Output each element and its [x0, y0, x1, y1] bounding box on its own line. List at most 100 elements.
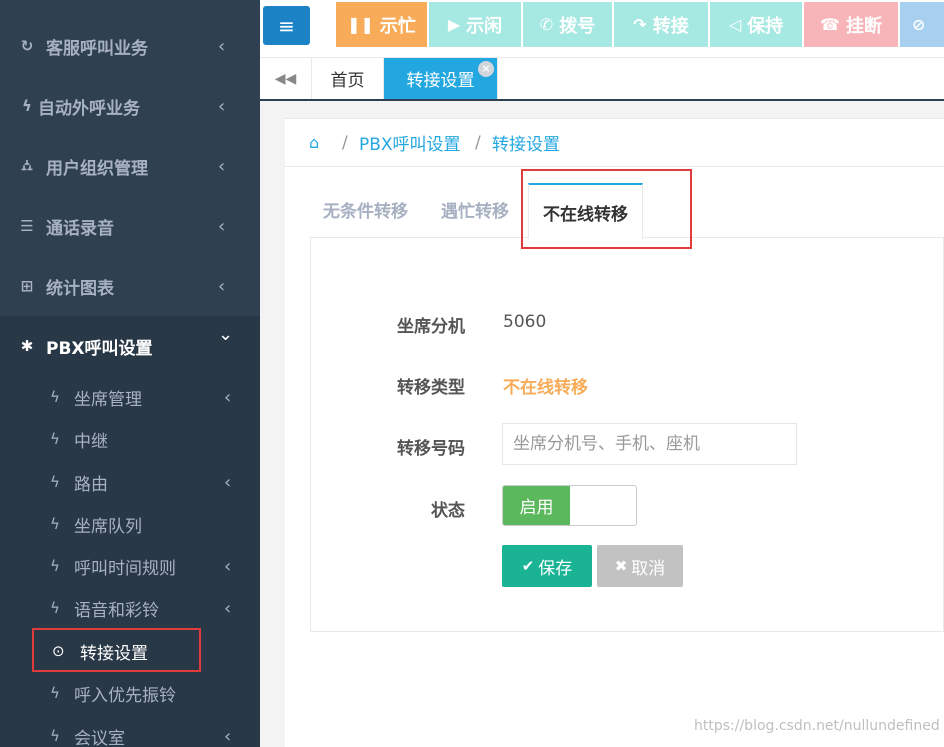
submenu-item-inbound-priority-ring[interactable]: ϟ 呼入优先振铃 — [0, 672, 260, 714]
volume-off-icon: ◁ — [728, 15, 742, 34]
transfer-number-input[interactable] — [502, 423, 797, 465]
menu-toggle-button[interactable]: ≡ — [263, 6, 310, 45]
submenu-item-agent-queue[interactable]: ϟ 坐席队列 — [0, 503, 260, 545]
tab-label: 无条件转移 — [323, 201, 408, 222]
tab-unconditional-forward[interactable]: 无条件转移 — [323, 180, 408, 238]
tab-label: 转接设置 — [406, 71, 475, 91]
menu-item-label: 自动外呼业务 — [38, 98, 140, 119]
list-icon: ☰ — [20, 217, 34, 235]
tab-home[interactable]: 首页 — [312, 58, 384, 99]
menu-item-call-recording[interactable]: ☰ 通话录音 ‹ — [0, 196, 260, 256]
chevron-left-icon: ‹ — [224, 386, 232, 408]
hamburger-icon: ≡ — [278, 13, 295, 38]
sitemap-icon: ⛼ — [21, 156, 33, 174]
busy-button-label: 示忙 — [379, 15, 416, 37]
tab-scroll-left-button[interactable]: ◀◀ — [260, 58, 312, 99]
chevron-left-icon: ‹ — [218, 35, 226, 57]
transfer-button-label: 转接 — [652, 15, 689, 37]
status-toggle-on: 启用 — [503, 486, 570, 525]
chevron-left-icon: ‹ — [218, 275, 226, 297]
submenu-item-agent-management[interactable]: ϟ 坐席管理 ‹ — [0, 376, 260, 418]
status-toggle-label: 启用 — [519, 498, 554, 518]
hold-button[interactable]: ◁ 保持 — [710, 2, 802, 47]
breadcrumb-pbx-settings[interactable]: PBX呼叫设置 — [359, 130, 461, 155]
save-button[interactable]: ✔ 保存 — [502, 545, 592, 587]
menu-item-label: 统计图表 — [46, 278, 114, 299]
phone-icon: ✆ — [539, 15, 554, 34]
refresh-icon: ↻ — [20, 37, 34, 55]
breadcrumb-separator: / — [475, 132, 481, 153]
menu-item-pbx-settings[interactable]: ✱ PBX呼叫设置 ⌄ — [0, 316, 260, 376]
menu-item-customer-service-call[interactable]: ↻ 客服呼叫业务 ‹ — [0, 16, 260, 76]
asterisk-icon: ✱ — [20, 337, 34, 355]
chevron-down-icon: ⌄ — [218, 324, 234, 345]
pbx-submenu: ϟ 坐席管理 ‹ ϟ 中继 ϟ 路由 ‹ ϟ 坐席队列 ϟ 呼叫时间规则 ‹ ϟ… — [0, 376, 260, 747]
chevron-left-icon: ‹ — [224, 555, 232, 577]
idle-button[interactable]: ▶ 示闲 — [429, 2, 521, 47]
bolt-icon: ϟ — [50, 599, 60, 617]
submenu-item-label: 呼叫时间规则 — [74, 558, 176, 579]
menu-item-label: 客服呼叫业务 — [46, 38, 148, 59]
menu-item-user-org[interactable]: ⛼ 用户组织管理 ‹ — [0, 136, 260, 196]
dial-button[interactable]: ✆ 拨号 — [523, 2, 612, 47]
submenu-item-label: 中继 — [74, 431, 108, 452]
phone-hangup-icon: ☎ — [820, 15, 840, 34]
submenu-item-trunk[interactable]: ϟ 中继 — [0, 418, 260, 460]
submenu-item-label: 呼入优先振铃 — [74, 685, 176, 706]
watermark: https://blog.csdn.net/nullundefined — [694, 718, 940, 734]
close-icon[interactable]: × — [478, 61, 494, 77]
breadcrumb-separator: / — [342, 132, 348, 153]
bolt-icon: ϟ — [50, 430, 60, 448]
pause-icon: ❚❚ — [347, 15, 374, 34]
transfer-number-label: 转移号码 — [397, 439, 465, 459]
busy-button[interactable]: ❚❚ 示忙 — [336, 2, 427, 47]
breadcrumb-transfer-settings[interactable]: 转接设置 — [492, 130, 560, 155]
share-icon: ↷ — [633, 15, 647, 34]
transfer-button[interactable]: ↷ 转接 — [614, 2, 708, 47]
double-chevron-left-icon: ◀◀ — [274, 70, 297, 87]
chevron-left-icon: ‹ — [218, 95, 226, 117]
bolt-icon: ϟ — [50, 515, 60, 533]
submenu-item-meeting-room[interactable]: ϟ 会议室 ‹ — [0, 715, 260, 747]
bolt-icon: ϟ — [50, 557, 60, 575]
menu-item-label: 用户组织管理 — [46, 158, 148, 179]
chevron-left-icon: ‹ — [218, 155, 226, 177]
play-icon: ▶ — [447, 15, 461, 34]
submenu-item-voice-ringtone[interactable]: ϟ 语音和彩铃 ‹ — [0, 587, 260, 629]
status-label: 状态 — [431, 501, 465, 521]
submenu-item-route[interactable]: ϟ 路由 ‹ — [0, 461, 260, 503]
chevron-left-icon: ‹ — [218, 215, 226, 237]
breadcrumb: ⌂ / PBX呼叫设置 / 转接设置 — [285, 119, 944, 167]
status-toggle[interactable]: 启用 — [502, 485, 637, 526]
hangup-button[interactable]: ☎ 挂断 — [804, 2, 898, 47]
bolt-icon: ϟ — [22, 97, 32, 115]
tab-busy-forward[interactable]: 遇忙转移 — [441, 180, 509, 238]
submenu-item-call-time-rules[interactable]: ϟ 呼叫时间规则 ‹ — [0, 545, 260, 587]
menu-item-statistics[interactable]: ⊞ 统计图表 ‹ — [0, 256, 260, 316]
agent-extension-value: 5060 — [503, 312, 547, 332]
chevron-left-icon: ‹ — [224, 597, 232, 619]
menu-item-label: 通话录音 — [46, 218, 114, 239]
page-tab-bar: ◀◀ 首页 转接设置 × — [260, 58, 944, 101]
submenu-item-label: 坐席管理 — [74, 389, 142, 410]
submenu-item-label: 路由 — [74, 474, 108, 495]
submenu-item-label: 语音和彩铃 — [74, 600, 159, 621]
bolt-icon: ϟ — [50, 388, 60, 406]
cancel-button[interactable]: ✖ 取消 — [597, 545, 683, 587]
check-icon: ✔ — [521, 557, 535, 575]
ban-button[interactable]: ⊘ — [900, 2, 944, 47]
home-icon[interactable]: ⌂ — [309, 133, 319, 152]
top-toolbar: ≡ ❚❚ 示忙 ▶ 示闲 ✆ 拨号 ↷ 转接 ◁ 保持 ☎ 挂断 ⊘ — [260, 0, 944, 58]
bolt-icon: ϟ — [50, 473, 60, 491]
agent-extension-label: 坐席分机 — [397, 317, 465, 337]
bolt-icon: ϟ — [50, 727, 60, 745]
tab-transfer-settings[interactable]: 转接设置 × — [384, 58, 498, 99]
highlight-box-tab — [521, 169, 692, 249]
save-button-label: 保存 — [538, 558, 573, 579]
menu-item-auto-outbound[interactable]: ϟ 自动外呼业务 ‹ — [0, 76, 260, 136]
chevron-left-icon: ‹ — [224, 471, 232, 493]
table-icon: ⊞ — [20, 277, 34, 295]
submenu-item-label: 坐席队列 — [74, 516, 142, 537]
highlight-box-sidebar — [32, 628, 201, 672]
transfer-type-value: 不在线转移 — [503, 378, 588, 398]
